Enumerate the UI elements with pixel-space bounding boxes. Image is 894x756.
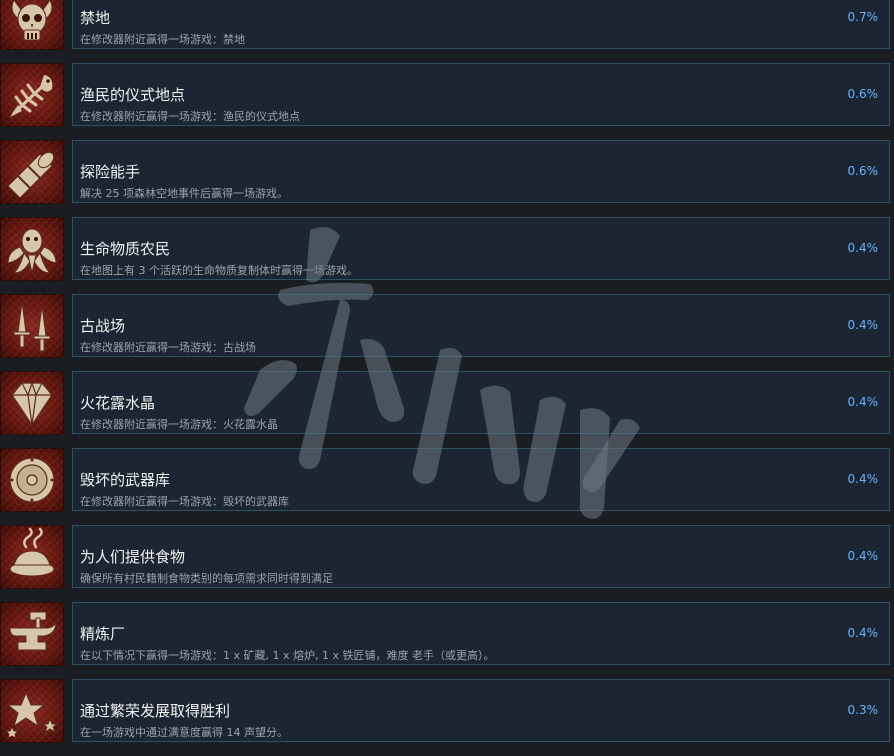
achievement-row: 生命物质农民在地图上有 3 个活跃的生命物质复制体时赢得一场游戏。 0.4%	[0, 217, 894, 294]
achievement-list: 禁地 在修改器附近赢得一场游戏：禁地 0.7% 渔民的仪式地点 在修改器附近赢得一场游戏…	[0, 0, 894, 756]
achievement-title: 探险能手	[80, 163, 141, 181]
achievement-description: 解决 25 项森林空地事件后赢得一场游戏。	[80, 187, 288, 200]
unlock-percentage: 0.3%	[847, 703, 879, 717]
achievement-title: 生命物质农民	[80, 240, 171, 258]
achievement-description: 在以下情况下赢得一场游戏：1 x 矿藏, 1 x 熔炉, 1 x 铁匠铺，难度 …	[80, 649, 495, 662]
achievement-description: 在修改器附近赢得一场游戏：古战场	[80, 341, 256, 354]
achievement-title: 通过繁荣发展取得胜利	[80, 702, 231, 720]
spyglass-icon	[0, 140, 64, 204]
stars-icon	[0, 679, 64, 743]
fish-skeleton-icon	[0, 63, 64, 127]
unlock-percentage: 0.4%	[847, 549, 879, 563]
achievement-description: 在修改器附近赢得一场游戏：毁坏的武器库	[80, 495, 289, 508]
achievement-panel: 生命物质农民在地图上有 3 个活跃的生命物质复制体时赢得一场游戏。 0.4%	[72, 217, 890, 280]
achievement-description: 在地图上有 3 个活跃的生命物质复制体时赢得一场游戏。	[80, 264, 358, 277]
achievement-row: 为人们提供食物确保所有村民籍制食物类别的每项需求同时得到满足 0.4%	[0, 525, 894, 602]
achievement-panel: 火花露水晶在修改器附近赢得一场游戏：火花露水晶 0.4%	[72, 371, 890, 434]
unlock-percentage: 0.4%	[847, 241, 879, 255]
achievement-title: 古战场	[80, 317, 126, 335]
achievement-title: 精炼厂	[80, 625, 126, 643]
achievement-panel: 探险能手解决 25 项森林空地事件后赢得一场游戏。 0.6%	[72, 140, 890, 203]
unlock-percentage: 0.4%	[847, 626, 879, 640]
round-shield-icon	[0, 448, 64, 512]
achievement-title: 渔民的仪式地点	[80, 86, 186, 104]
achievement-description: 在修改器附近赢得一场游戏：禁地	[80, 33, 245, 46]
achievement-description: 在修改器附近赢得一场游戏：火花露水晶	[80, 418, 278, 431]
daggers-icon	[0, 294, 64, 358]
unlock-percentage: 0.6%	[847, 87, 879, 101]
achievement-title: 为人们提供食物	[80, 548, 186, 566]
achievement-row: 精炼厂在以下情况下赢得一场游戏：1 x 矿藏, 1 x 熔炉, 1 x 铁匠铺，…	[0, 602, 894, 679]
achievement-row: 禁地在修改器附近赢得一场游戏：禁地 0.7%	[0, 0, 894, 63]
food-dish-icon	[0, 525, 64, 589]
achievement-panel: 为人们提供食物确保所有村民籍制食物类别的每项需求同时得到满足 0.4%	[72, 525, 890, 588]
achievement-panel: 通过繁荣发展取得胜利 在一场游戏中通过满意度赢得 14 声望分。 0.3%	[72, 679, 890, 742]
achievement-row: 渔民的仪式地点在修改器附近赢得一场游戏：渔民的仪式地点 0.6%	[0, 63, 894, 140]
achievement-description: 在修改器附近赢得一场游戏：渔民的仪式地点	[80, 110, 300, 123]
achievement-row: 通过繁荣发展取得胜利 在一场游戏中通过满意度赢得 14 声望分。 0.3%	[0, 679, 894, 756]
achievement-row: 火花露水晶在修改器附近赢得一场游戏：火花露水晶 0.4%	[0, 371, 894, 448]
achievement-title: 火花露水晶	[80, 394, 156, 412]
crystal-diamond-icon	[0, 371, 64, 435]
achievement-row: 毁坏的武器库在修改器附近赢得一场游戏：毁坏的武器库 0.4%	[0, 448, 894, 525]
biomass-creature-icon	[0, 217, 64, 281]
achievement-panel: 毁坏的武器库在修改器附近赢得一场游戏：毁坏的武器库 0.4%	[72, 448, 890, 511]
unlock-percentage: 0.6%	[847, 164, 879, 178]
achievement-panel: 禁地在修改器附近赢得一场游戏：禁地 0.7%	[72, 0, 890, 49]
achievement-title: 毁坏的武器库	[80, 471, 171, 489]
achievement-description: 确保所有村民籍制食物类别的每项需求同时得到满足	[80, 572, 333, 585]
anvil-icon	[0, 602, 64, 666]
unlock-percentage: 0.4%	[847, 472, 879, 486]
achievement-panel: 渔民的仪式地点在修改器附近赢得一场游戏：渔民的仪式地点 0.6%	[72, 63, 890, 126]
achievement-panel: 精炼厂在以下情况下赢得一场游戏：1 x 矿藏, 1 x 熔炉, 1 x 铁匠铺，…	[72, 602, 890, 665]
unlock-percentage: 0.4%	[847, 395, 879, 409]
unlock-percentage: 0.4%	[847, 318, 879, 332]
achievement-row: 探险能手解决 25 项森林空地事件后赢得一场游戏。 0.6%	[0, 140, 894, 217]
achievement-row: 古战场在修改器附近赢得一场游戏：古战场 0.4%	[0, 294, 894, 371]
achievement-title: 禁地	[80, 9, 111, 27]
achievement-panel: 古战场在修改器附近赢得一场游戏：古战场 0.4%	[72, 294, 890, 357]
horned-skull-icon	[0, 0, 64, 50]
unlock-percentage: 0.7%	[847, 10, 879, 24]
